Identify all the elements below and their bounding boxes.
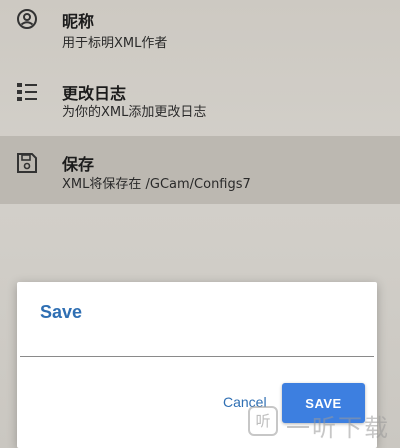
settings-item-title: 保存 <box>62 155 95 174</box>
settings-item-changelog[interactable]: 更改日志 为你的XML添加更改日志 <box>0 70 400 138</box>
filename-input[interactable] <box>20 322 374 357</box>
settings-item-subtitle: XML将保存在 /GCam/Configs7 <box>62 177 251 192</box>
settings-item-subtitle: 为你的XML添加更改日志 <box>62 105 207 120</box>
settings-item-nickname[interactable]: 昵称 用于标明XML作者 <box>0 0 400 68</box>
account-circle-icon <box>16 8 38 30</box>
save-icon <box>16 152 38 174</box>
settings-item-save[interactable]: 保存 XML将保存在 /GCam/Configs7 <box>0 136 400 204</box>
watermark-logo: 听 <box>248 406 278 436</box>
list-icon <box>16 81 38 103</box>
watermark: 听 一听下载 <box>248 400 398 446</box>
dialog-title: Save <box>40 302 83 322</box>
watermark-text: 一听下载 <box>286 414 390 442</box>
settings-item-title: 昵称 <box>62 12 95 31</box>
settings-item-subtitle: 用于标明XML作者 <box>62 36 168 51</box>
